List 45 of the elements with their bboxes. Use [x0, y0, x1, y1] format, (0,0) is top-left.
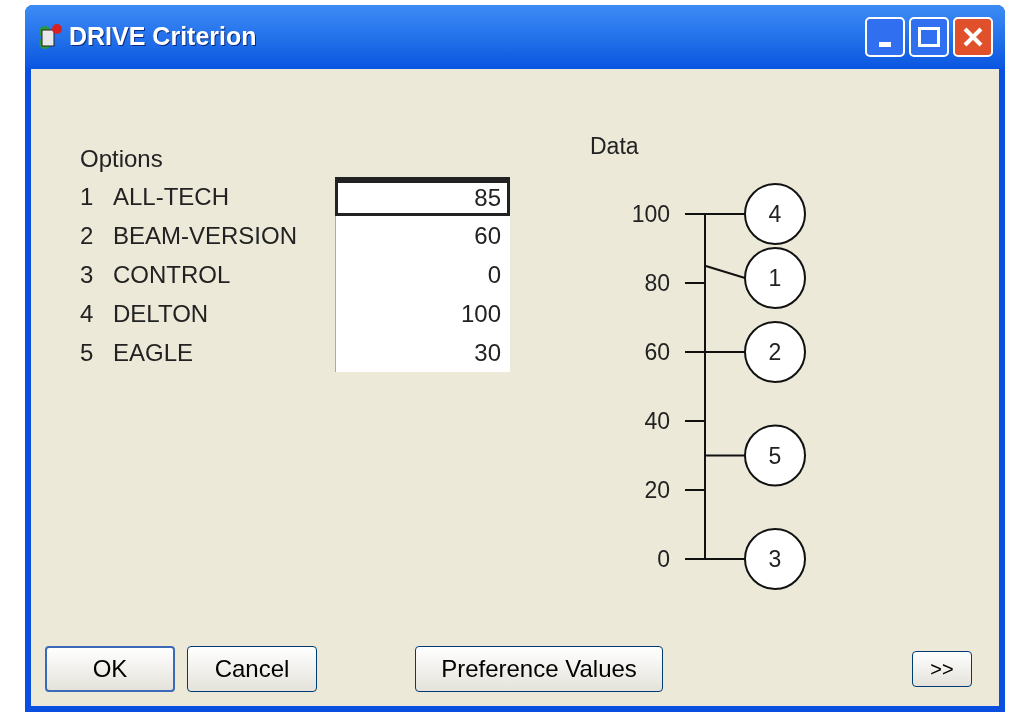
window-title: DRIVE Criterion	[69, 21, 257, 53]
option-number: 3	[80, 259, 95, 290]
option-name: DELTON	[113, 298, 210, 329]
marker-circle	[744, 183, 806, 245]
marker-circle	[744, 321, 806, 383]
app-icon	[37, 23, 63, 51]
marker-label: 2	[768, 339, 782, 365]
close-button[interactable]	[953, 17, 993, 57]
value-field[interactable]: 85	[335, 177, 510, 216]
option-name: BEAM-VERSION	[113, 220, 299, 251]
axis-tick-label: 40	[644, 408, 670, 434]
value-field[interactable]: 30	[335, 333, 510, 372]
axis-tick-label: 0	[657, 546, 670, 572]
chart-title: Data	[590, 133, 639, 159]
marker-label: 1	[768, 265, 782, 291]
marker-label: 5	[768, 442, 782, 469]
axis-tick-label: 80	[644, 270, 670, 296]
option-name: CONTROL	[113, 259, 232, 290]
marker-circle	[744, 424, 806, 487]
option-number: 5	[80, 337, 95, 368]
marker-circle	[744, 528, 806, 590]
preference-values-button[interactable]: Preference Values	[415, 646, 663, 692]
option-number: 1	[80, 181, 95, 212]
maximize-icon	[918, 27, 940, 47]
axis-tick-label: 20	[644, 477, 670, 503]
marker-label: 4	[768, 201, 782, 227]
axis-tick-label: 60	[644, 339, 670, 365]
value-field[interactable]: 60	[335, 216, 510, 255]
value-field[interactable]: 0	[335, 255, 510, 294]
marker-circle	[744, 247, 806, 309]
minimize-icon	[879, 42, 891, 47]
maximize-button[interactable]	[909, 17, 949, 57]
option-number: 4	[80, 298, 95, 329]
cancel-button[interactable]: Cancel	[187, 646, 317, 692]
marker-label: 3	[768, 546, 782, 572]
axis-tick-label: 100	[631, 201, 670, 227]
option-number: 2	[80, 220, 95, 251]
option-name: ALL-TECH	[113, 181, 231, 212]
option-name: EAGLE	[113, 337, 195, 368]
close-icon	[962, 26, 984, 48]
ok-button[interactable]: OK	[45, 646, 175, 692]
value-field[interactable]: 100	[335, 294, 510, 333]
minimize-button[interactable]	[865, 17, 905, 57]
expand-button[interactable]: >>	[912, 651, 972, 687]
options-label: Options	[80, 144, 164, 174]
